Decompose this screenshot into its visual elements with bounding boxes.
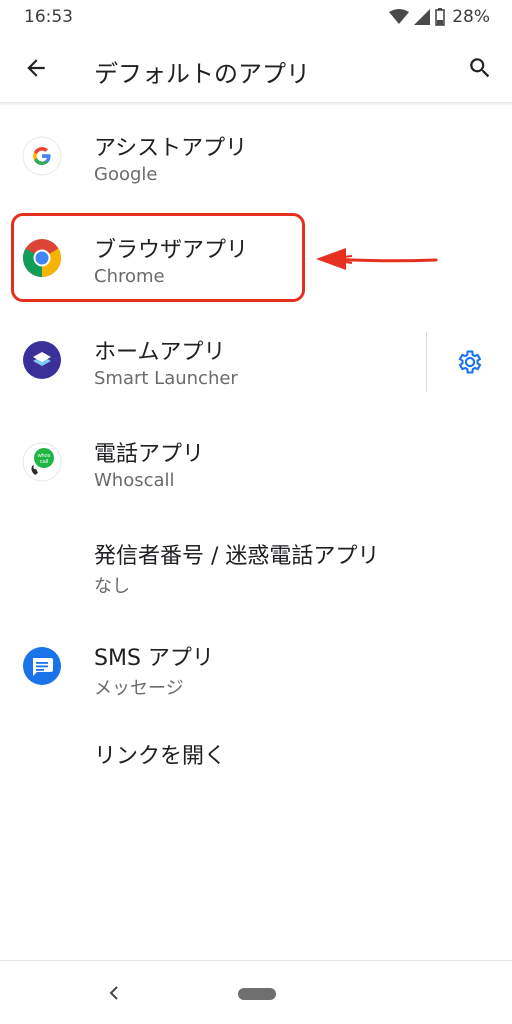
signal-icon [414, 9, 431, 25]
item-subtitle: Chrome [94, 266, 165, 287]
back-button[interactable] [18, 50, 54, 86]
whoscall-logo-text: call [40, 459, 48, 465]
list-item-sms-app[interactable]: SMS アプリ メッセージ [0, 616, 512, 718]
list-item-assist-app[interactable]: アシストアプリ Google [0, 106, 512, 208]
status-icons: 28% [389, 7, 490, 27]
smart-launcher-icon [23, 341, 61, 379]
item-subtitle: メッセージ [94, 678, 184, 699]
page-title: デフォルトのアプリ [94, 60, 310, 88]
item-subtitle: なし [94, 576, 130, 597]
gear-icon [458, 350, 482, 374]
item-title: アシストアプリ [94, 136, 248, 161]
nav-back-button[interactable] [98, 977, 130, 1009]
google-icon [22, 136, 62, 176]
messages-icon [23, 647, 61, 685]
chevron-left-icon [109, 986, 118, 1000]
list-item-caller-id-app[interactable]: 発信者番号 / 迷惑電話アプリ なし [0, 514, 512, 616]
list-item-browser-app[interactable]: ブラウザアプリ Chrome [0, 208, 512, 310]
item-title: 電話アプリ [94, 442, 205, 467]
item-title: ホームアプリ [94, 340, 226, 365]
nav-home-pill[interactable] [238, 988, 276, 1000]
list-item-phone-app[interactable]: whos call 電話アプリ Whoscall [0, 412, 512, 514]
search-button[interactable] [462, 50, 498, 86]
status-bar: 16:53 28% [0, 0, 512, 34]
item-title: SMS アプリ [94, 646, 214, 671]
item-subtitle: Google [94, 164, 158, 185]
item-title: 発信者番号 / 迷惑電話アプリ [94, 544, 380, 569]
system-nav-bar [0, 960, 512, 1024]
list-item-home-app[interactable]: ホームアプリ Smart Launcher [0, 310, 512, 412]
item-title: ブラウザアプリ [94, 238, 249, 263]
battery-percent: 28% [452, 7, 490, 27]
wifi-icon [389, 9, 410, 24]
vertical-divider [426, 332, 427, 392]
item-subtitle: Smart Launcher [94, 368, 238, 389]
whoscall-icon: whos call [22, 442, 62, 482]
search-icon [470, 58, 490, 78]
status-time: 16:53 [24, 7, 73, 27]
home-app-settings-button[interactable] [448, 340, 492, 384]
battery-icon [435, 8, 446, 26]
chrome-icon [23, 239, 61, 277]
app-bar: デフォルトのアプリ [0, 34, 512, 102]
item-title: リンクを開く [94, 744, 227, 769]
list-item-open-links[interactable]: リンクを開く [0, 718, 512, 788]
arrow-back-icon [27, 59, 45, 77]
item-subtitle: Whoscall [94, 470, 175, 491]
